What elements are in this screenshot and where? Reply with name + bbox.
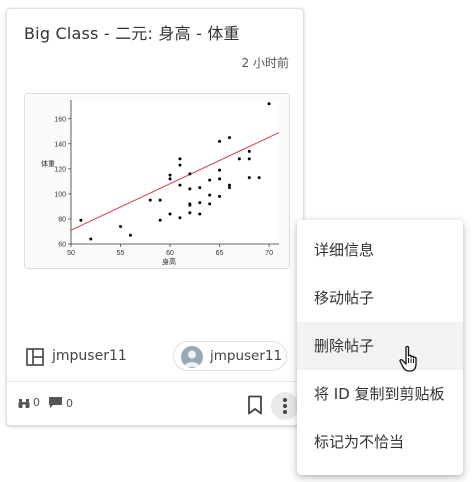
data-point: [218, 177, 222, 181]
menu-item-move-post[interactable]: 移动帖子: [297, 274, 463, 322]
data-point: [198, 201, 202, 205]
more-options-button[interactable]: [271, 392, 299, 420]
data-point: [168, 212, 172, 216]
data-point: [178, 157, 182, 161]
post-thumbnail[interactable]: 60 80 100 120 140 160 50 55 60 65 70 体重身高: [24, 93, 290, 269]
post-title[interactable]: Big Class - 二元: 身高 - 体重: [24, 20, 240, 44]
data-point: [208, 202, 212, 206]
data-point: [247, 157, 251, 161]
data-point: [158, 198, 162, 202]
data-point: [257, 176, 261, 180]
data-point: [237, 157, 241, 161]
card-divider: [7, 381, 303, 382]
comments-count: 0: [66, 396, 73, 410]
y-tick-label: 60: [58, 242, 66, 249]
y-tick-label: 160: [54, 116, 66, 123]
data-point: [218, 168, 222, 172]
data-point: [267, 102, 271, 106]
data-point: [148, 198, 152, 202]
comment-icon: [49, 397, 62, 408]
bookmark-icon[interactable]: [247, 395, 263, 415]
data-point: [168, 177, 172, 181]
data-point: [227, 183, 231, 187]
data-point: [198, 186, 202, 190]
data-point: [247, 149, 251, 153]
data-point: [178, 183, 182, 187]
y-tick-label: 100: [54, 191, 66, 198]
binoculars-icon: [18, 398, 30, 408]
hand-pointer-icon: [399, 345, 417, 372]
more-vertical-icon: [283, 398, 287, 414]
data-point: [119, 224, 123, 228]
data-point: [178, 163, 182, 167]
board-name[interactable]: jmpuser11: [52, 348, 127, 364]
post-card[interactable]: Big Class - 二元: 身高 - 体重 2 小时前 60 80 100 120…: [6, 8, 304, 426]
data-point: [188, 211, 192, 215]
data-point: [158, 218, 162, 222]
data-point: [208, 178, 212, 182]
scatter-chart: 60 80 100 120 140 160 50 55 60 65 70 体重身高: [25, 94, 289, 268]
menu-item-flag-inappropriate[interactable]: 标记为不恰当: [297, 418, 463, 466]
x-tick-label: 55: [117, 250, 125, 257]
data-point: [218, 194, 222, 198]
board-layout-icon: [26, 348, 44, 366]
data-point: [188, 187, 192, 191]
context-menu: 详细信息 移动帖子 删除帖子 将 ID 复制到剪贴板 标记为不恰当: [297, 220, 463, 475]
y-tick-label: 80: [58, 216, 66, 223]
y-tick-label: 120: [54, 166, 66, 173]
data-point: [247, 176, 251, 180]
data-point: [178, 216, 182, 220]
data-point: [79, 218, 83, 222]
menu-item-details[interactable]: 详细信息: [297, 226, 463, 274]
author-name: jmpuser11: [210, 348, 283, 364]
data-point: [208, 193, 212, 197]
data-point: [128, 233, 132, 237]
post-timestamp: 2 小时前: [241, 56, 289, 70]
y-tick-label: 140: [54, 141, 66, 148]
y-axis-label: 体重: [41, 159, 55, 168]
x-tick-label: 70: [265, 250, 273, 257]
data-point: [227, 136, 231, 140]
data-point: [218, 139, 222, 143]
data-point: [198, 212, 202, 216]
views-count: 0: [33, 396, 40, 409]
data-point: [188, 172, 192, 176]
x-tick-label: 65: [216, 250, 224, 257]
x-tick-label: 50: [67, 250, 75, 257]
data-point: [89, 237, 93, 241]
user-avatar-icon: [181, 346, 203, 368]
comments-stat: 0: [48, 396, 73, 410]
data-point: [188, 202, 192, 206]
x-tick-label: 60: [166, 250, 174, 257]
menu-item-delete-post[interactable]: 删除帖子: [297, 322, 463, 370]
views-stat: 0: [18, 396, 40, 409]
plot-area: [71, 100, 279, 244]
data-point: [168, 173, 172, 177]
author-chip[interactable]: jmpuser11: [173, 341, 287, 371]
x-axis-label: 身高: [162, 257, 176, 266]
menu-item-copy-id[interactable]: 将 ID 复制到剪贴板: [297, 370, 463, 418]
